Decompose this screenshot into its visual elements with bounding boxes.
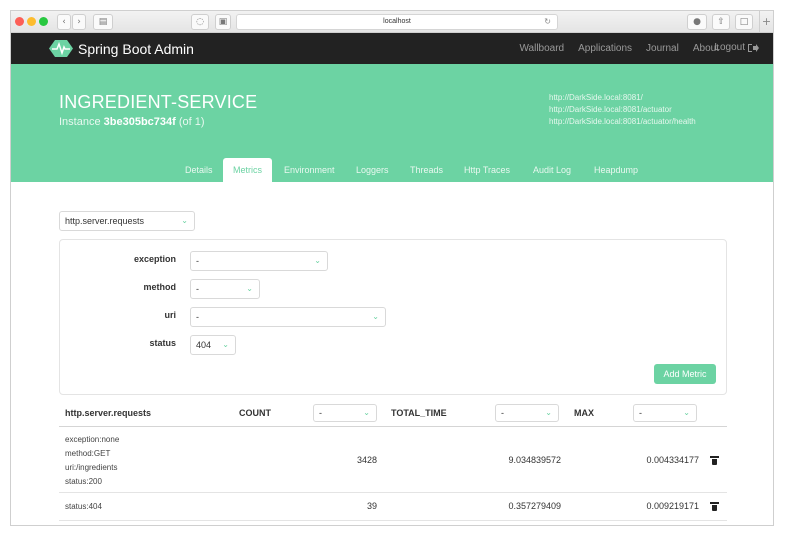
instance-id: 3be305bc734f [103,116,176,128]
status-select[interactable]: 404 ⌄ [190,335,236,355]
tag-status: status:404 [65,502,102,511]
download-icon[interactable]: ● [687,14,707,30]
method-select[interactable]: - ⌄ [190,279,260,299]
count-format-value: - [319,408,322,418]
instance-subtitle: Instance 3be305bc734f (of 1) [59,116,205,128]
tab-audit-log[interactable]: Audit Log [523,158,581,182]
table-row: exception:none method:GET uri:/ingredien… [59,429,727,493]
minimize-window-button[interactable] [27,17,36,26]
count-value: 3428 [356,455,377,465]
row-tags: exception:none method:GET uri:/ingredien… [65,433,119,489]
nav-links: Wallboard Applications Journal About [519,43,719,54]
heartbeat-logo-icon [49,40,73,57]
metric-select[interactable]: http.server.requests ⌄ [59,211,195,231]
instance-prefix: Instance [59,116,101,128]
table-row: status:404 39 0.357279409 0.009219171 [59,493,727,521]
health-url-link[interactable]: http://DarkSide.local:8081/actuator/heal… [549,116,696,128]
instance-urls: http://DarkSide.local:8081/ http://DarkS… [549,92,696,128]
metrics-table-header: http.server.requests COUNT - ⌄ TOTAL_TIM… [59,401,727,427]
chevron-down-icon: ⌄ [363,408,370,417]
tab-details[interactable]: Details [175,158,223,182]
trash-icon[interactable] [710,456,719,465]
tag-status: status:200 [65,477,102,486]
trash-icon[interactable] [710,502,719,511]
new-tab-icon[interactable]: □ [735,14,753,30]
tag-exception: exception:none [65,435,120,444]
add-tab-button[interactable]: + [759,11,773,33]
method-label: method [143,282,177,292]
nav-link-applications[interactable]: Applications [578,43,632,54]
uri-select-value: - [196,312,199,322]
metric-name-header: http.server.requests [65,408,152,418]
instance-header: INGREDIENT-SERVICE Instance 3be305bc734f… [11,64,773,182]
exception-select[interactable]: - ⌄ [190,251,328,271]
max-value: 0.004334177 [646,455,699,465]
instance-count: (of 1) [178,116,205,128]
sidebar-icon[interactable]: ▤ [93,14,113,30]
uri-select[interactable]: - ⌄ [190,307,386,327]
tab-http-traces[interactable]: Http Traces [454,158,520,182]
exception-select-value: - [196,256,199,266]
service-url-link[interactable]: http://DarkSide.local:8081/ [549,92,696,104]
total-time-value: 0.357279409 [508,501,561,511]
tab-threads[interactable]: Threads [400,158,453,182]
reload-icon[interactable]: ↻ [544,15,551,29]
uri-label: uri [164,310,176,320]
sign-out-icon [748,43,759,52]
count-header: COUNT [239,408,271,418]
max-format-select[interactable]: - ⌄ [633,404,697,422]
status-label: status [149,338,176,348]
chevron-down-icon: ⌄ [314,256,321,265]
back-button[interactable]: ‹ [57,14,71,30]
total-time-format-select[interactable]: - ⌄ [495,404,559,422]
chevron-down-icon: ⌄ [683,408,690,417]
add-metric-button[interactable]: Add Metric [654,364,716,384]
status-select-value: 404 [196,340,212,350]
max-header: MAX [574,408,594,418]
max-value: 0.009219171 [646,501,699,511]
maximize-window-button[interactable] [39,17,48,26]
close-window-button[interactable] [15,17,24,26]
brand[interactable]: Spring Boot Admin [49,39,194,58]
count-value: 39 [366,501,377,511]
nav-link-journal[interactable]: Journal [646,43,679,54]
chevron-down-icon: ⌄ [246,284,253,293]
metric-filter-panel: exception - ⌄ method - ⌄ uri - ⌄ status … [59,239,727,395]
exception-label: exception [133,254,176,264]
top-navbar: Spring Boot Admin Wallboard Applications… [11,33,773,64]
brand-name: Spring Boot Admin [78,40,194,57]
nav-link-wallboard[interactable]: Wallboard [519,43,564,54]
chevron-down-icon: ⌄ [372,312,379,321]
total-time-header: TOTAL_TIME [391,408,447,418]
method-select-value: - [196,284,199,294]
logout-label: Logout [714,42,745,53]
tab-metrics[interactable]: Metrics [223,158,272,182]
total-time-value: 9.034839572 [508,455,561,465]
browser-toolbar: ‹ › ▤ ◌ ▣ localhost ↻ ● ⇧ □ + [11,11,773,33]
chevron-down-icon: ⌄ [222,340,229,349]
max-format-value: - [639,408,642,418]
share-icon[interactable]: ⇧ [712,14,730,30]
count-format-select[interactable]: - ⌄ [313,404,377,422]
chevron-down-icon: ⌄ [181,216,188,225]
chevron-down-icon: ⌄ [545,408,552,417]
tab-loggers[interactable]: Loggers [346,158,399,182]
instance-title: INGREDIENT-SERVICE [59,92,258,112]
tag-method: method:GET [65,449,111,458]
browser-window: ‹ › ▤ ◌ ▣ localhost ↻ ● ⇧ □ + Spring Boo… [10,10,774,526]
total-time-format-value: - [501,408,504,418]
tag-uri: uri:/ingredients [65,463,118,472]
logout-link[interactable]: Logout [714,42,759,53]
privacy-icon[interactable]: ◌ [191,14,209,30]
address-bar[interactable]: localhost ↻ [236,14,558,30]
instance-tabs: Details Metrics Environment Loggers Thre… [11,158,773,182]
forward-button[interactable]: › [72,14,86,30]
management-url-link[interactable]: http://DarkSide.local:8081/actuator [549,104,696,116]
tab-environment[interactable]: Environment [274,158,345,182]
metric-select-value: http.server.requests [65,216,145,226]
tab-overview-icon[interactable]: ▣ [215,14,231,30]
tab-heapdump[interactable]: Heapdump [584,158,648,182]
address-text: localhost [383,18,411,25]
